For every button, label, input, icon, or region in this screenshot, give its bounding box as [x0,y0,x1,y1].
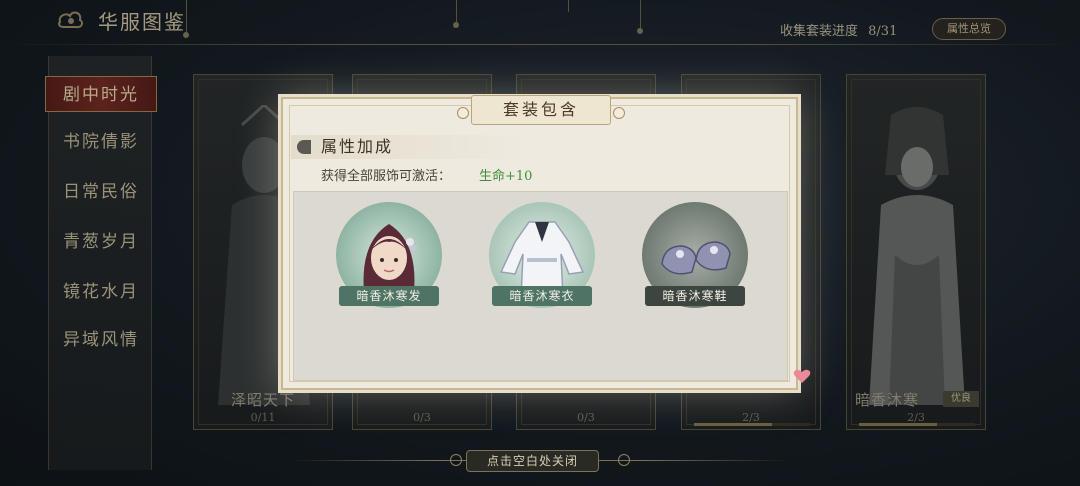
item-label: 暗香沐寒发 [339,286,439,306]
title-ornament-icon [613,107,625,119]
set-detail-modal: 套装包含 属性加成 获得全部服饰可激活： 生命+10 暗香沐寒发 暗香沐寒衣 暗… [281,95,798,390]
modal-title: 套装包含 [471,95,611,125]
section-label: 属性加成 [321,137,394,156]
footer-ornament-icon [618,454,630,466]
item-label: 暗香沐寒鞋 [645,286,745,306]
set-items-panel: 暗香沐寒发 暗香沐寒衣 暗香沐寒鞋 [293,191,788,381]
half-moon-icon [297,140,311,154]
activate-text: 获得全部服饰可激活： [321,169,452,184]
title-ornament-icon [457,107,469,119]
heart-icon[interactable] [792,366,812,386]
set-item[interactable]: 暗香沐寒鞋 [642,202,748,308]
set-item[interactable]: 暗香沐寒发 [336,202,442,308]
close-hint-button[interactable]: 点击空白处关闭 [466,450,600,472]
set-item[interactable]: 暗香沐寒衣 [489,202,595,308]
item-label: 暗香沐寒衣 [492,286,592,306]
footer-ornament-icon [450,454,462,466]
bonus-text: 生命+10 [479,169,533,184]
